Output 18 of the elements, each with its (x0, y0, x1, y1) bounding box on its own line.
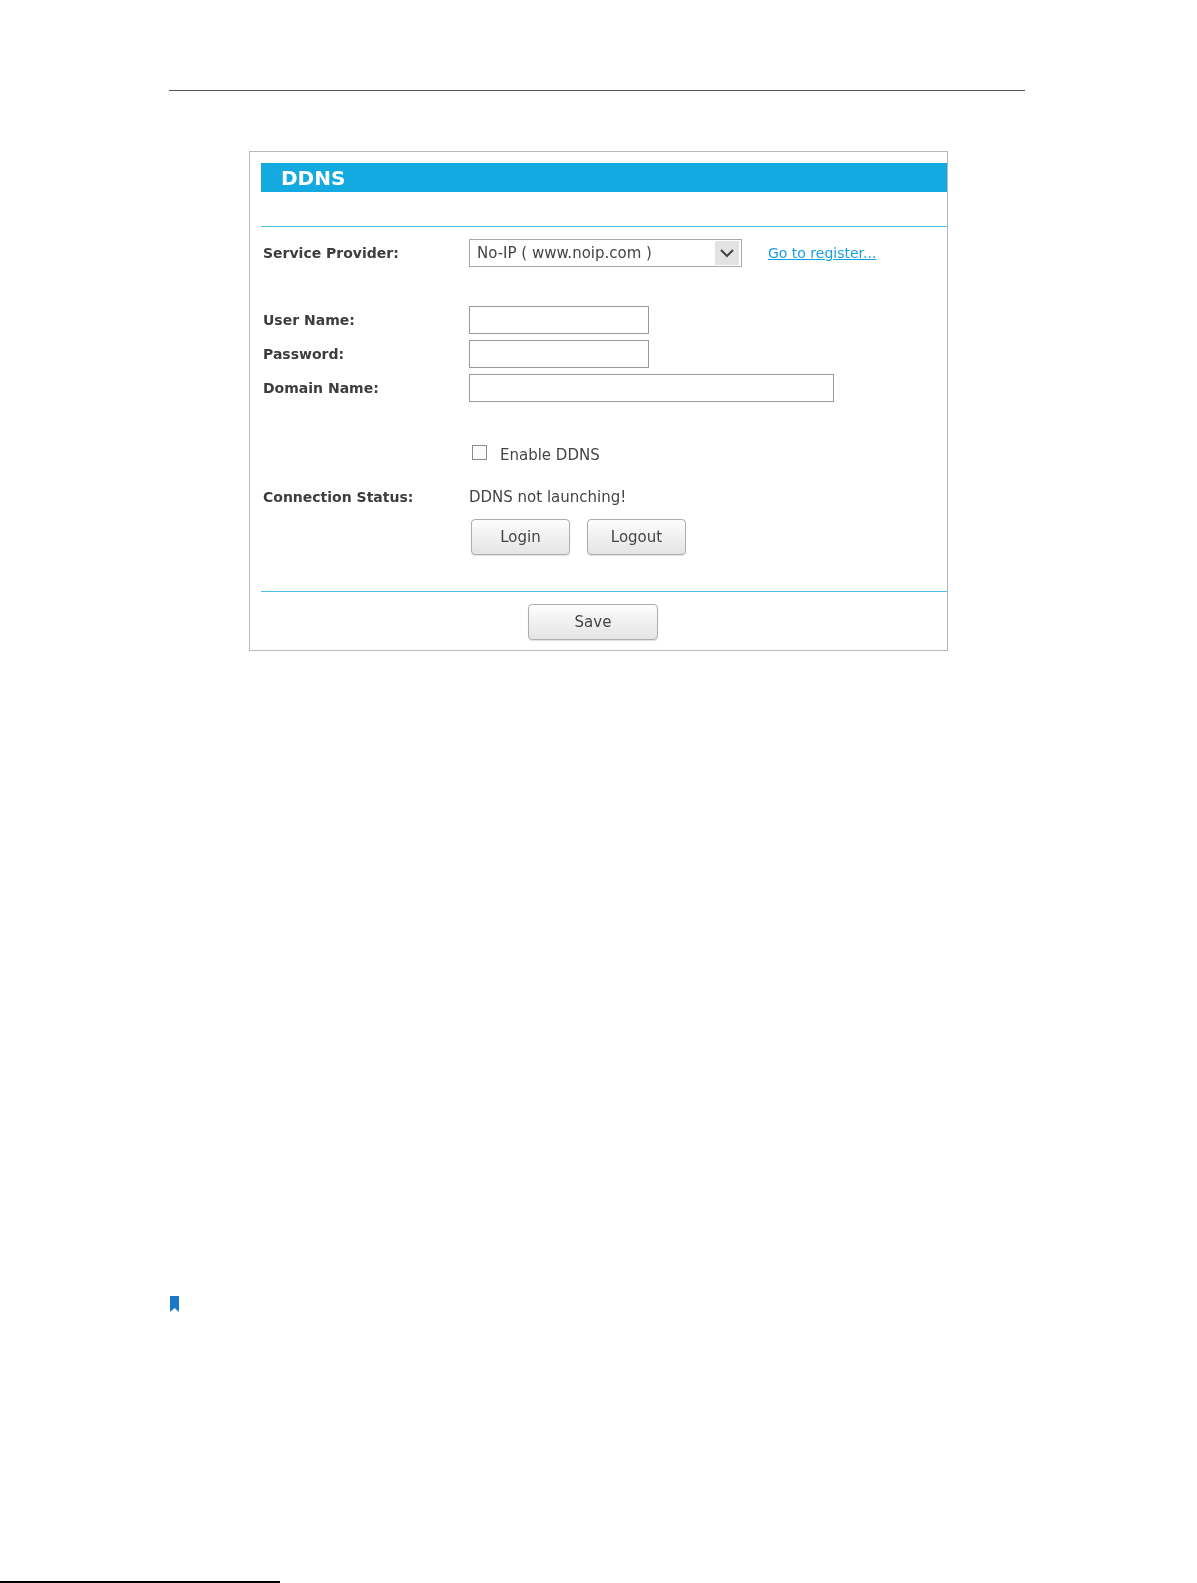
checkbox-label: Enable DDNS (500, 446, 600, 464)
field-label: User Name: (262, 312, 356, 328)
input-field[interactable] (469, 306, 649, 334)
checkbox[interactable] (472, 444, 487, 460)
field-label: Service Provider: (262, 245, 400, 261)
save-button[interactable]: Save (528, 604, 658, 640)
field-label: Connection Status: (262, 489, 415, 505)
field-label: Password: (262, 346, 346, 362)
input-field[interactable] (469, 374, 834, 402)
status-text: DDNS not launching! (469, 488, 627, 506)
bookmark-icon (170, 1296, 179, 1312)
input-field[interactable] (469, 340, 649, 368)
panel-title: DDNS (281, 165, 346, 190)
login-button[interactable]: Login (471, 519, 570, 555)
logout-button[interactable]: Logout (587, 519, 686, 555)
provider-dropdown[interactable]: No-IP ( www.noip.com ) (469, 239, 742, 267)
field-label: Domain Name: (262, 380, 380, 396)
chevron-down-icon (715, 241, 739, 265)
